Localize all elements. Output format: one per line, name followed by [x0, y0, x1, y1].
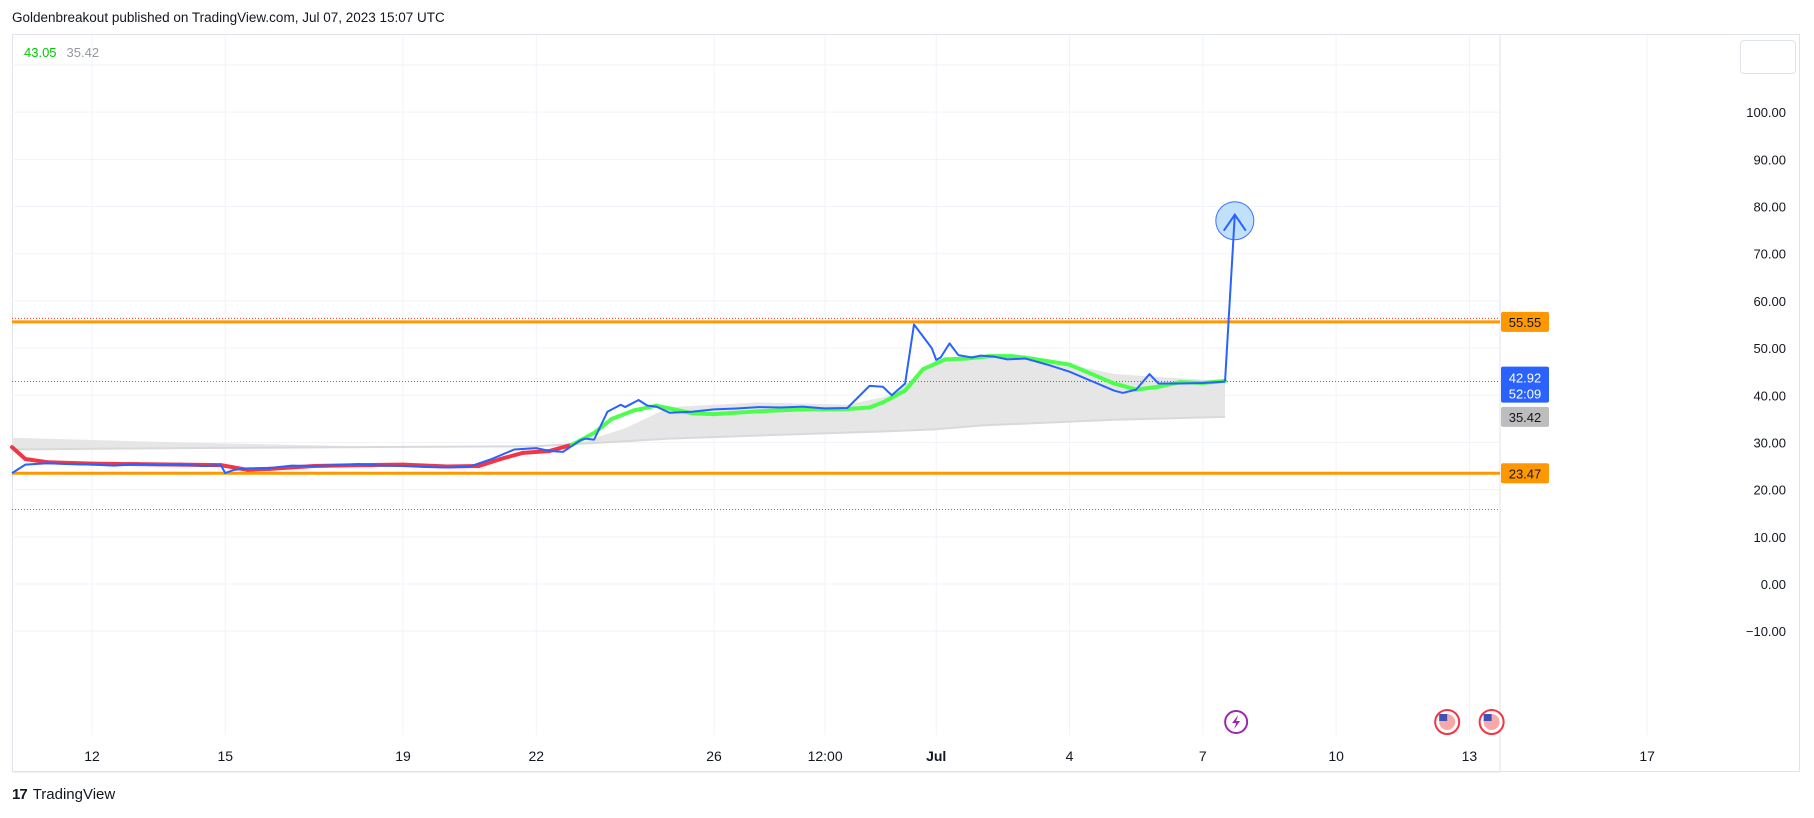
y-tick-label: 80.00	[1753, 200, 1786, 215]
footer-brand[interactable]: 17 TradingView	[12, 786, 115, 803]
x-tick-label: 12:00	[808, 748, 843, 764]
axis-countdown-label: 52:09	[1509, 387, 1542, 402]
us-flag-canton-icon	[1483, 714, 1492, 721]
y-tick-label: 100.00	[1746, 105, 1786, 120]
x-tick-label: 12	[84, 748, 100, 764]
legend-value-2: 35.42	[66, 45, 100, 60]
x-tick-label: 7	[1199, 748, 1207, 764]
y-tick-label: 0.00	[1761, 577, 1786, 592]
x-tick-label: 13	[1462, 748, 1478, 764]
x-tick-label: 4	[1066, 748, 1074, 764]
axis-settings-button[interactable]	[1740, 40, 1796, 74]
y-tick-label: 30.00	[1753, 435, 1786, 450]
axis-price-label: 23.47	[1509, 466, 1542, 481]
y-tick-label: 40.00	[1753, 388, 1786, 403]
x-tick-label: 19	[395, 748, 411, 764]
us-flag-canton-icon	[1439, 714, 1448, 721]
ma-segment	[23, 456, 50, 465]
band-fill	[12, 355, 1226, 450]
ma-segment	[845, 405, 872, 411]
tradingview-logo-icon: 17	[12, 786, 28, 803]
x-tick-label: 26	[706, 748, 722, 764]
ma-segment	[689, 411, 717, 417]
y-tick-label: 50.00	[1753, 341, 1786, 356]
ma-segment	[943, 356, 970, 362]
axis-price-label: 42.92	[1509, 371, 1542, 386]
x-tick-label: 22	[529, 748, 545, 764]
x-tick-label: 17	[1639, 748, 1655, 764]
legend-value-1: 43.05	[24, 45, 57, 60]
footer-brand-label: TradingView	[32, 786, 116, 803]
axis-price-label: 35.42	[1509, 410, 1542, 425]
ma-segment	[712, 409, 761, 417]
x-tick-label: 10	[1328, 748, 1344, 764]
y-tick-label: 90.00	[1753, 152, 1786, 167]
y-tick-label: −10.00	[1746, 624, 1786, 639]
ma-segment	[609, 408, 637, 421]
x-tick-label: 15	[217, 748, 233, 764]
price-chart[interactable]: 110.00100.0090.0080.0070.0060.0050.0040.…	[0, 0, 1814, 780]
ma-segment	[756, 407, 805, 414]
x-tick-label: Jul	[926, 748, 946, 764]
y-tick-label: 60.00	[1753, 294, 1786, 309]
axis-price-label: 55.55	[1509, 315, 1542, 330]
y-tick-label: 20.00	[1753, 483, 1786, 498]
indicator-legend: 43.05 35.42	[24, 45, 99, 60]
ma-segment	[520, 448, 552, 455]
y-tick-label: 70.00	[1753, 247, 1786, 262]
y-tick-label: 10.00	[1753, 530, 1786, 545]
arrow-shaft	[1224, 214, 1236, 382]
